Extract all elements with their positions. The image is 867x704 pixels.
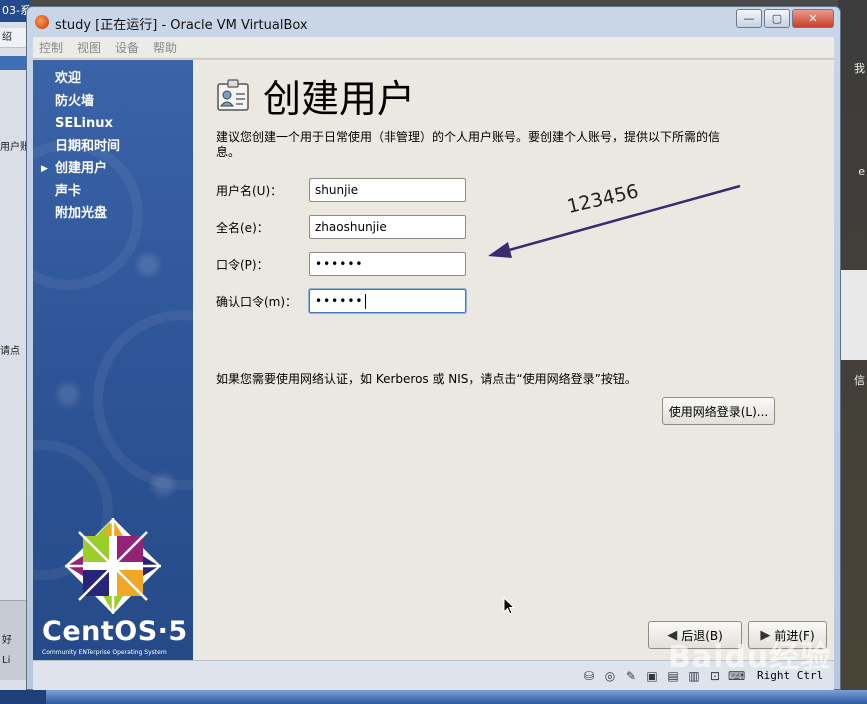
menu-view[interactable]: 视图: [77, 39, 101, 56]
setup-steps-list: 欢迎 防火墙 SELinux 日期和时间 ▶ 创建用户 声卡 附加光盘: [33, 68, 193, 226]
centos-logo-icon: [65, 518, 161, 614]
guest-screen: 欢迎 防火墙 SELinux 日期和时间 ▶ 创建用户 声卡 附加光盘 Cent…: [33, 60, 834, 660]
fullname-input[interactable]: zhaoshunjie: [309, 215, 466, 239]
user-card-icon: [217, 79, 249, 111]
firstboot-sidebar: 欢迎 防火墙 SELinux 日期和时间 ▶ 创建用户 声卡 附加光盘 Cent…: [33, 60, 193, 660]
confirm-password-input[interactable]: ••••••: [309, 289, 466, 313]
start-button[interactable]: [0, 690, 46, 704]
password-label: 口令(P)：: [216, 258, 269, 272]
confirm-password-value: ••••••: [315, 294, 364, 308]
watermark: Baidu经验: [668, 640, 832, 675]
host-text: 我: [854, 62, 865, 75]
page-description: 建议您创建一个用于日常使用（非管理）的个人用户账号。要创建个人账号，提供以下所需…: [216, 130, 721, 159]
menu-bar: 控制 视图 设备 帮助: [33, 37, 834, 59]
close-button[interactable]: ✕: [792, 9, 834, 28]
password-input[interactable]: ••••••: [309, 252, 466, 276]
window-title: study [正在运行] - Oracle VM VirtualBox: [55, 18, 308, 33]
window-controls: — ▢ ✕: [736, 9, 834, 28]
menu-devices[interactable]: 设备: [115, 39, 139, 56]
virtualbox-window: study [正在运行] - Oracle VM VirtualBox — ▢ …: [26, 6, 841, 690]
centos-brand: CentOS·5: [42, 616, 188, 647]
step-label: 声卡: [55, 183, 82, 199]
step-label: SELinux: [55, 116, 113, 131]
usb-icon[interactable]: ✎: [623, 668, 639, 684]
step-additional-cd: 附加光盘: [33, 203, 193, 226]
decorative-flower: [53, 380, 83, 410]
username-label: 用户名(U)：: [216, 184, 283, 198]
minimize-button[interactable]: —: [736, 9, 762, 28]
username-input[interactable]: shunjie: [309, 178, 466, 202]
title-bar[interactable]: study [正在运行] - Oracle VM VirtualBox — ▢ …: [27, 7, 840, 37]
page-title: 创建用户: [263, 77, 416, 121]
decorative-flower: [133, 250, 163, 280]
confirm-password-label: 确认口令(m)：: [216, 295, 298, 309]
host-text: e: [858, 165, 865, 178]
menu-control[interactable]: 控制: [39, 39, 63, 56]
step-label: 创建用户: [55, 161, 108, 176]
centos-brand-subtitle: Community ENTerprise Operating System: [42, 649, 167, 656]
step-label: 欢迎: [55, 71, 82, 86]
decorative-swirl: [93, 310, 193, 490]
shared-folder-icon[interactable]: ▣: [644, 668, 660, 684]
host-desktop-right: 我 e 信: [838, 0, 867, 704]
network-login-button[interactable]: 使用网络登录(L)...: [662, 397, 775, 425]
network-auth-note: 如果您需要使用网络认证，如 Kerberos 或 NIS，请点击“使用网络登录”…: [216, 372, 637, 386]
step-date-time: 日期和时间: [33, 136, 193, 159]
step-label: 附加光盘: [55, 206, 108, 221]
step-label: 日期和时间: [55, 138, 121, 154]
decorative-flower: [148, 470, 178, 500]
hard-disk-icon[interactable]: ⛁: [581, 668, 597, 684]
host-taskbar: [0, 690, 867, 704]
fullname-label: 全名(e)：: [216, 221, 269, 235]
text-caret: [365, 294, 367, 309]
step-sound-card: 声卡: [33, 181, 193, 204]
network-login-label: 使用网络登录(L)...: [668, 404, 769, 419]
step-welcome: 欢迎: [33, 68, 193, 91]
current-step-icon: ▶: [41, 164, 48, 174]
restore-button[interactable]: ▢: [764, 9, 790, 28]
host-pane: [840, 270, 867, 360]
mouse-cursor-icon: [503, 597, 515, 615]
annotation-arrow-icon: [488, 184, 741, 258]
step-create-user: ▶ 创建用户: [33, 158, 193, 181]
host-text: 信: [854, 374, 865, 387]
menu-help[interactable]: 帮助: [153, 39, 177, 56]
step-label: 防火墙: [55, 93, 95, 109]
virtualbox-app-icon: [35, 15, 49, 29]
step-selinux: SELinux: [33, 113, 193, 136]
step-firewall: 防火墙: [33, 91, 193, 114]
cd-drive-icon[interactable]: ◎: [602, 668, 618, 684]
